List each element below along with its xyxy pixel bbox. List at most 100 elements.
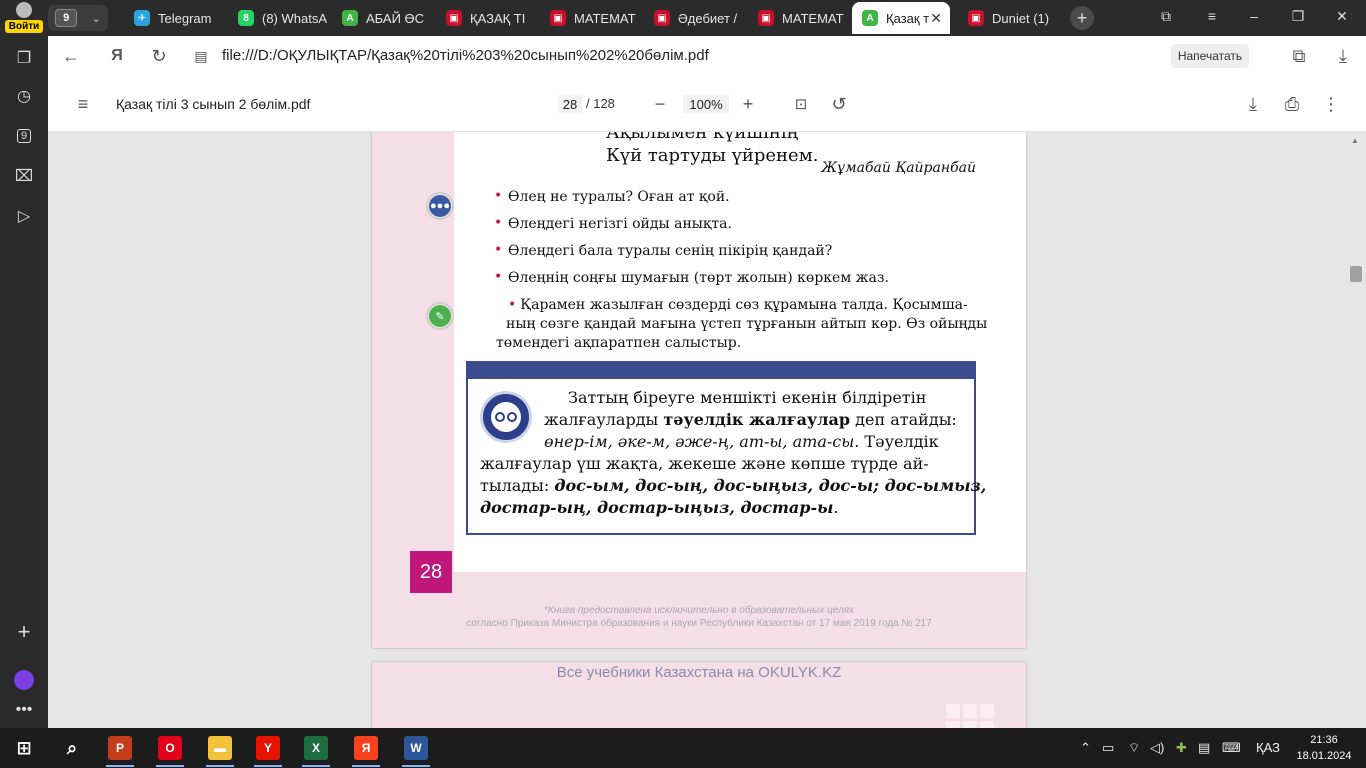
pdf-icon: ▣ bbox=[654, 10, 670, 26]
play-icon[interactable]: ▷ bbox=[10, 202, 38, 230]
excel-icon[interactable]: X bbox=[304, 736, 328, 760]
download-icon[interactable]: ⤓ bbox=[1332, 46, 1354, 66]
user-icon bbox=[16, 2, 32, 18]
disclaimer-line: *Книга предоставлена исключительно в обр… bbox=[543, 605, 855, 616]
battery-icon[interactable]: ▭ bbox=[1102, 740, 1114, 756]
write-task-icon: ✎ bbox=[426, 302, 454, 330]
print-button[interactable]: Напечатать bbox=[1171, 44, 1249, 68]
page-total: / 128 bbox=[586, 96, 615, 111]
opera-icon[interactable]: O bbox=[158, 736, 182, 760]
scroll-up-icon[interactable]: ▲ bbox=[1351, 136, 1361, 145]
back-icon[interactable]: ← bbox=[60, 46, 82, 66]
add-panel-icon[interactable]: + bbox=[10, 618, 38, 646]
hamburger-icon[interactable]: ≡ bbox=[72, 94, 94, 114]
fit-page-icon[interactable]: ⊡ bbox=[790, 94, 812, 114]
browser-tab[interactable]: A Қазақ т ✕ bbox=[852, 2, 950, 34]
login-button[interactable]: Войти bbox=[2, 2, 46, 36]
browser-tab[interactable]: ▣ МАТЕМАТ bbox=[748, 2, 852, 34]
pdf-viewer[interactable]: Ақылымен күйшінің Күй тартуды үйренем. Ж… bbox=[48, 132, 1366, 728]
close-tab-icon[interactable]: ✕ bbox=[930, 10, 942, 27]
tab-title: Duniet (1) bbox=[992, 10, 1050, 26]
zoom-out-icon[interactable]: − bbox=[649, 94, 671, 114]
pdf-print-icon[interactable]: ⎙ bbox=[1281, 94, 1303, 114]
yandex-browser-icon[interactable]: Y bbox=[256, 736, 280, 760]
task-item: • Өлең не туралы? Оған ат қой. bbox=[494, 188, 730, 205]
tab-title: МАТЕМАТ bbox=[574, 10, 636, 26]
app-tray-icon[interactable]: ✚ bbox=[1176, 740, 1187, 756]
restore-icon[interactable]: ❐ bbox=[1288, 8, 1308, 25]
volume-icon[interactable]: ◁) bbox=[1150, 740, 1164, 756]
tab-title: Қазақ т bbox=[886, 10, 930, 26]
browser-tab[interactable]: ▣ МАТЕМАТ bbox=[540, 2, 644, 34]
running-indicator bbox=[254, 765, 282, 767]
group-work-icon: ●●● bbox=[426, 192, 454, 220]
okulyk-icon: A bbox=[862, 10, 878, 26]
next-pdf-page: Все учебники Казахстана на OKULYK.KZ bbox=[372, 662, 1026, 728]
browser-tab[interactable]: ▣ Duniet (1) bbox=[958, 2, 1062, 34]
tab-bar: 9 ⌄ ✈ Telegram 8 (8) WhatsA A АБАЙ ӨС ▣ ҚАЗАҚ Т… bbox=[48, 0, 1366, 36]
file-explorer-icon[interactable]: ▬ bbox=[208, 736, 232, 760]
tab-title: АБАЙ ӨС bbox=[366, 10, 425, 26]
page-number-input[interactable]: 28 bbox=[558, 95, 582, 113]
tabs-list-icon[interactable]: ⧉ bbox=[1156, 8, 1176, 25]
start-icon[interactable]: ⊞ bbox=[12, 736, 36, 760]
search-icon[interactable]: ⌕ bbox=[60, 736, 84, 760]
task-item: • Өлеңдегі негізгі ойды анықта. bbox=[494, 215, 732, 232]
zoom-in-icon[interactable]: + bbox=[737, 94, 759, 114]
word-icon[interactable]: W bbox=[404, 736, 428, 760]
language-indicator[interactable]: ҚАЗ bbox=[1256, 740, 1280, 755]
screenshot-icon[interactable]: ⌧ bbox=[10, 162, 38, 190]
disclaimer-line: согласно Приказа Министра образования и … bbox=[466, 618, 932, 629]
pdf-download-icon[interactable]: ⤓ bbox=[1242, 94, 1264, 114]
whatsapp-icon: 8 bbox=[238, 10, 254, 26]
alice-icon[interactable] bbox=[10, 666, 38, 694]
tray-chevron-icon[interactable]: ⌃ bbox=[1080, 740, 1091, 756]
menu-icon[interactable]: ≡ bbox=[1202, 8, 1222, 24]
tab-group-icon[interactable]: 9 bbox=[10, 122, 38, 150]
tab-title: (8) WhatsA bbox=[262, 10, 328, 26]
reload-icon[interactable]: ↻ bbox=[148, 46, 170, 66]
clock-time: 21:36 bbox=[1310, 734, 1338, 746]
collections-icon[interactable]: ❐ bbox=[10, 44, 38, 72]
running-indicator bbox=[402, 765, 430, 767]
browser-tab[interactable]: ▣ ҚАЗАҚ ТІ bbox=[436, 2, 540, 34]
pdf-more-icon[interactable]: ⋮ bbox=[1320, 94, 1342, 114]
bookmarks-icon[interactable]: ⧉ bbox=[1288, 46, 1310, 66]
history-icon[interactable]: ◷ bbox=[10, 82, 38, 110]
new-tab-button[interactable]: + bbox=[1070, 6, 1094, 30]
zoom-input[interactable]: 100% bbox=[683, 95, 729, 113]
close-window-icon[interactable]: ✕ bbox=[1332, 8, 1352, 25]
login-label: Войти bbox=[4, 20, 44, 33]
wifi-icon[interactable]: ⌔ bbox=[1128, 740, 1140, 756]
task-item: • Өлеңдегі бала туралы сенің пікірің қанд… bbox=[494, 242, 833, 259]
browser-tab[interactable]: ▣ Әдебиет / bbox=[644, 2, 748, 34]
clock[interactable]: 21:36 18.01.2024 bbox=[1294, 732, 1354, 764]
pdf-file-name: Қазақ тілі 3 сынып 2 бөлім.pdf bbox=[116, 96, 311, 112]
exercise-paragraph: • Қарамен жазылған сөздерді сөз құрамына … bbox=[496, 297, 988, 351]
tab-title: МАТЕМАТ bbox=[782, 10, 844, 26]
task-item: • Өлеңнің соңғы шумағын (төрт жолын) көрк… bbox=[494, 269, 889, 286]
okulyk-icon: A bbox=[342, 10, 358, 26]
more-icon[interactable]: ••• bbox=[10, 696, 38, 724]
minimize-icon[interactable]: – bbox=[1244, 8, 1264, 24]
powerpoint-icon[interactable]: P bbox=[108, 736, 132, 760]
address-bar: ← Я ↻ ▤ file:///D:/ОҚУЛЫҚТАР/Қазақ%20тіл… bbox=[48, 36, 1366, 76]
pdf-icon: ▣ bbox=[758, 10, 774, 26]
tab-group-count: 9 bbox=[55, 9, 78, 27]
rule-text: Заттың біреуге меншікті екенін білдіреті… bbox=[480, 388, 987, 517]
browser-tab[interactable]: ✈ Telegram bbox=[124, 2, 228, 34]
tab-title: Telegram bbox=[158, 10, 212, 26]
keyboard-icon[interactable]: ⌨ bbox=[1222, 740, 1241, 756]
notes-icon[interactable]: ▤ bbox=[1198, 740, 1210, 756]
tab-group-button[interactable]: 9 ⌄ bbox=[48, 5, 108, 31]
yandex-icon[interactable]: Я bbox=[106, 46, 128, 66]
grid-decoration bbox=[946, 704, 994, 728]
rotate-icon[interactable]: ↺ bbox=[828, 94, 850, 114]
poem-line: Ақылымен күйшінің bbox=[606, 132, 799, 143]
scrollbar-thumb[interactable] bbox=[1350, 266, 1362, 282]
running-indicator bbox=[302, 765, 330, 767]
url-field[interactable]: file:///D:/ОҚУЛЫҚТАР/Қазақ%20тілі%203%20… bbox=[222, 47, 709, 64]
browser-tab[interactable]: A АБАЙ ӨС bbox=[332, 2, 436, 34]
yandex-icon[interactable]: Я bbox=[354, 736, 378, 760]
browser-tab[interactable]: 8 (8) WhatsA bbox=[228, 2, 332, 34]
